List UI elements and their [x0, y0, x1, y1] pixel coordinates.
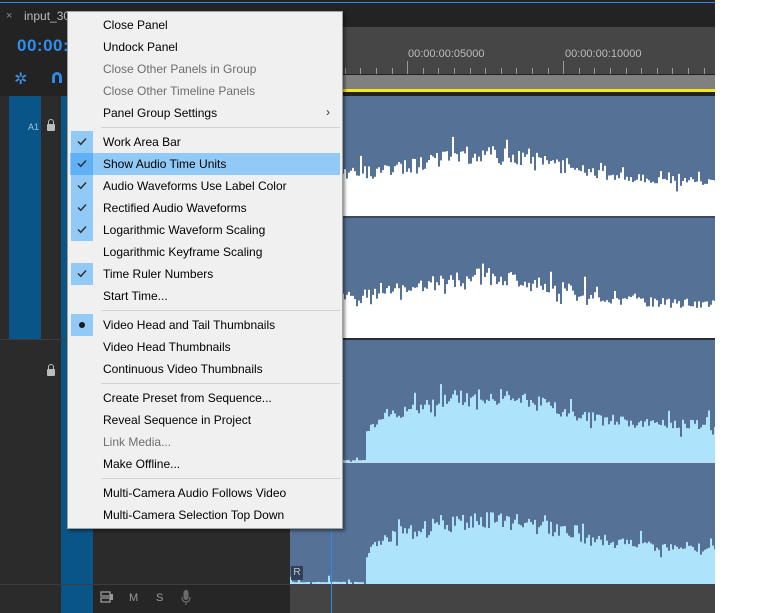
ruler-label: 00:00:00:10000 [565, 48, 642, 60]
menu-item-label: Create Preset from Sequence... [103, 391, 272, 405]
checkmark-icon [71, 219, 93, 241]
menu-item-label: Undock Panel [103, 40, 178, 54]
menu-item[interactable]: Continuous Video Thumbnails [70, 358, 340, 380]
source-patch-a1[interactable]: A1 [9, 96, 41, 339]
panel-context-menu: Close Panel Undock Panel Close Other Panel… [67, 11, 343, 529]
menu-item[interactable]: Video Head Thumbnails [70, 336, 340, 358]
audio-tracks-area [290, 96, 715, 613]
waveform-shape [290, 263, 715, 338]
waveform [290, 263, 715, 338]
menu-item-label: Close Other Panels in Group [103, 62, 257, 76]
menu-item-label: Close Panel [103, 18, 168, 32]
audio-clip-channel[interactable] [290, 96, 715, 216]
menu-item[interactable]: Close Panel [70, 14, 340, 36]
menu-separator [101, 127, 340, 128]
checkmark-icon [71, 153, 93, 175]
menu-item-label: Time Ruler Numbers [103, 267, 214, 281]
sequence-tab[interactable]: input_30 [24, 9, 70, 23]
time-ruler[interactable]: 00:00:00:05000 00:00:00:10000 [290, 27, 715, 74]
menu-item-label: Video Head Thumbnails [103, 340, 231, 354]
waveform [290, 512, 715, 584]
menu-item[interactable]: Audio Waveforms Use Label Color [70, 175, 340, 197]
menu-item-label: Multi-Camera Audio Follows Video [103, 486, 287, 500]
menu-item-label: Start Time... [103, 289, 168, 303]
menu-separator [101, 478, 340, 479]
menu-item-label: Logarithmic Waveform Scaling [103, 223, 266, 237]
menu-item-label: Continuous Video Thumbnails [103, 362, 263, 376]
ruler-tick [407, 61, 409, 74]
menu-item[interactable]: Video Head and Tail Thumbnails [70, 314, 340, 336]
menu-item[interactable]: Multi-Camera Audio Follows Video [70, 482, 340, 504]
menu-separator [101, 310, 340, 311]
submenu-arrow-icon: › [326, 105, 330, 119]
menu-item[interactable]: Close Other Timeline Panels [70, 80, 340, 102]
track-lock-icon[interactable] [47, 119, 55, 131]
menu-item[interactable]: Panel Group Settings › [70, 102, 340, 124]
menu-item[interactable]: Rectified Audio Waveforms [70, 197, 340, 219]
menu-item-label: Video Head and Tail Thumbnails [103, 318, 276, 332]
audio-clip-channel[interactable] [290, 218, 715, 338]
waveform-shape [290, 136, 715, 216]
snap-magnet-icon[interactable] [52, 72, 62, 83]
checkmark-icon [71, 175, 93, 197]
menu-item-label: Reveal Sequence in Project [103, 413, 252, 427]
waveform-shape [290, 512, 715, 584]
menu-item[interactable]: Work Area Bar [70, 131, 340, 153]
menu-item-label: Panel Group Settings [103, 106, 218, 120]
empty-track-area [290, 584, 715, 613]
source-patch-label: A1 [28, 122, 40, 132]
menu-item-label: Work Area Bar [103, 135, 181, 149]
ruler-tick [563, 61, 565, 74]
menu-item-label: Logarithmic Keyframe Scaling [103, 245, 263, 259]
waveform [290, 136, 715, 216]
radio-dot-icon [71, 314, 93, 336]
menu-item[interactable]: Logarithmic Waveform Scaling [70, 219, 340, 241]
close-tab-icon[interactable]: × [6, 10, 12, 22]
work-area-bar[interactable] [290, 74, 715, 90]
menu-item-label: Close Other Timeline Panels [103, 84, 256, 98]
mute-button[interactable]: M [129, 592, 138, 604]
track-lock-icon[interactable] [47, 364, 55, 376]
menu-item[interactable]: Create Preset from Sequence... [70, 387, 340, 409]
track-controls: M S [93, 585, 290, 613]
checkmark-icon [71, 263, 93, 285]
menu-item[interactable]: Reveal Sequence in Project [70, 409, 340, 431]
ruler-label: 00:00:00:05000 [408, 48, 485, 60]
voiceover-mic-icon[interactable] [181, 590, 191, 609]
clip-fx-badge: R [291, 566, 303, 580]
nest-sequence-icon[interactable]: ✲ [14, 69, 27, 89]
menu-item[interactable]: Make Offline... [70, 453, 340, 475]
menu-item[interactable]: Multi-Camera Selection Top Down [70, 504, 340, 526]
solo-button[interactable]: S [156, 592, 163, 604]
waveform-shape [290, 384, 715, 462]
menu-item[interactable]: Close Other Panels in Group [70, 58, 340, 80]
checkmark-icon [71, 197, 93, 219]
checkmark-icon [71, 131, 93, 153]
menu-item[interactable]: Undock Panel [70, 36, 340, 58]
menu-item[interactable]: Time Ruler Numbers [70, 263, 340, 285]
menu-item[interactable]: Logarithmic Keyframe Scaling [70, 241, 340, 263]
menu-item[interactable]: Start Time... [70, 285, 340, 307]
menu-item-label: Show Audio Time Units [103, 157, 227, 171]
waveform [290, 384, 715, 462]
menu-item-label: Make Offline... [103, 457, 181, 471]
menu-item-label: Audio Waveforms Use Label Color [103, 179, 287, 193]
audio-clip-channel[interactable] [290, 340, 715, 462]
sync-lock-icon[interactable] [100, 591, 114, 606]
menu-item[interactable]: Show Audio Time Units [70, 153, 340, 175]
menu-item-label: Link Media... [103, 435, 172, 449]
menu-item[interactable]: Link Media... [70, 431, 340, 453]
menu-item-label: Multi-Camera Selection Top Down [103, 508, 285, 522]
audio-clip-channel[interactable] [290, 463, 715, 584]
menu-item-label: Rectified Audio Waveforms [103, 201, 247, 215]
menu-separator [101, 383, 340, 384]
